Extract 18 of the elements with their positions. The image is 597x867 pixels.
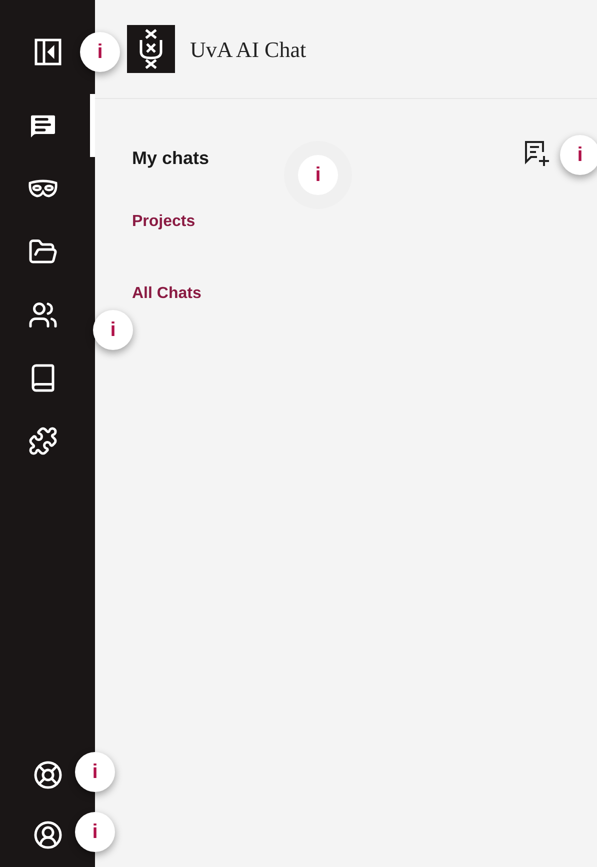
logo-icon xyxy=(127,25,175,73)
panel-heading: My chats xyxy=(132,147,210,170)
people-icon xyxy=(28,300,58,330)
panel-icon xyxy=(32,37,62,67)
lifebuoy-icon xyxy=(32,760,62,790)
info-badge[interactable]: i xyxy=(75,812,115,852)
info-badge[interactable]: i xyxy=(75,752,115,792)
info-badge[interactable]: i xyxy=(560,135,597,175)
info-badge[interactable]: i xyxy=(298,155,338,195)
user-icon xyxy=(32,820,62,850)
nav-link[interactable]: Projects xyxy=(132,210,196,234)
new-chat-icon xyxy=(523,139,551,167)
puzzle-icon xyxy=(28,426,58,456)
info-badge[interactable]: i xyxy=(93,310,133,350)
mask-icon xyxy=(28,178,58,198)
app-title: UvA AI Chat xyxy=(190,36,306,64)
nav-link[interactable]: All Chats xyxy=(132,282,202,306)
info-badge[interactable]: i xyxy=(80,32,120,72)
